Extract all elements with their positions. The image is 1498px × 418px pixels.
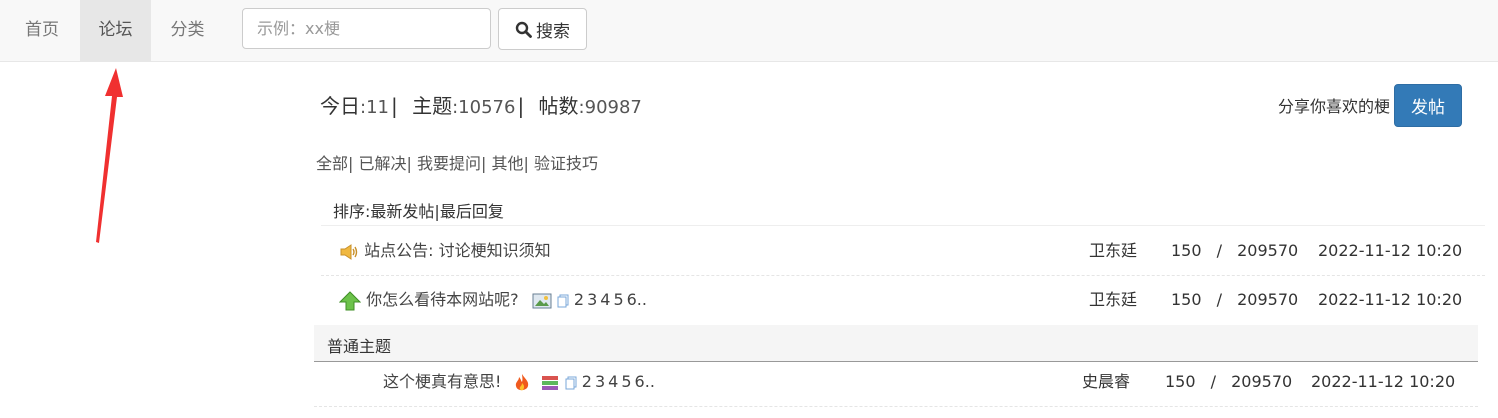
thread-time: 2022-11-12 10:20	[1318, 241, 1463, 260]
search-button-label: 搜索	[536, 21, 570, 42]
stat-posts-value: 90987	[584, 97, 642, 118]
thread-author[interactable]: 史晨睿	[1082, 358, 1130, 406]
search-icon	[515, 21, 532, 38]
nav-forum[interactable]: 论坛	[80, 0, 151, 61]
stat-today-label: 今日	[320, 94, 360, 118]
reply-count: 150	[1171, 290, 1202, 309]
thread-title-link[interactable]: 你怎么看待本网站呢?	[366, 290, 519, 309]
page-link[interactable]: 4	[608, 372, 618, 391]
thread-title-link[interactable]: 这个梗真有意思!	[383, 372, 501, 391]
sort-bar: 排序:最新发帖|最后回复	[333, 202, 504, 221]
reply-count: 150	[1171, 241, 1202, 260]
thread-time: 2022-11-12 10:20	[1311, 372, 1456, 391]
filter-other[interactable]: 其他	[492, 154, 524, 173]
reply-count: 150	[1165, 372, 1196, 391]
filter-tips[interactable]: 验证技巧	[534, 154, 598, 173]
page-link[interactable]: 6..	[627, 290, 647, 309]
books-icon	[541, 375, 558, 390]
nav-home[interactable]: 首页	[4, 0, 80, 61]
count-separator: /	[1216, 290, 1223, 309]
page-link[interactable]: 5	[613, 290, 623, 309]
forum-stats: 今日:11 | 主题:10576 | 帖数:90987	[320, 94, 642, 118]
stat-topics-value: 10576	[458, 97, 516, 118]
page-link[interactable]: 3	[587, 290, 597, 309]
top-navbar: 首页 论坛 分类 搜索	[0, 0, 1498, 62]
search-input[interactable]	[242, 8, 491, 49]
thread-title[interactable]: 你怎么看待本网站呢? 2 3 4 5 6..	[339, 276, 650, 324]
sort-last-reply[interactable]: 最后回复	[440, 202, 504, 221]
new-post-button[interactable]: 发帖	[1394, 84, 1462, 127]
page-links: 2 3 4 5 6..	[574, 290, 650, 309]
nav-category[interactable]: 分类	[151, 0, 224, 61]
thread-counts: 150 / 209570	[1171, 276, 1298, 324]
divider	[314, 406, 1478, 407]
view-count: 209570	[1231, 372, 1293, 391]
sort-label: 排序:	[333, 202, 371, 221]
thread-counts: 150 / 209570	[1171, 227, 1298, 275]
thread-title[interactable]: 这个梗真有意思! 2 3 4 5 6..	[383, 358, 658, 406]
page-links: 2 3 4 5 6..	[582, 372, 658, 391]
stat-today-value: 11	[366, 97, 389, 118]
view-count: 209570	[1237, 290, 1299, 309]
thread-title[interactable]: 站点公告: 讨论梗知识须知	[339, 227, 551, 275]
page-link[interactable]: 3	[595, 372, 605, 391]
page-link[interactable]: 2	[582, 372, 592, 391]
count-separator: /	[1216, 241, 1223, 260]
thread-time: 2022-11-12 10:20	[1318, 290, 1463, 309]
page-link[interactable]: 2	[574, 290, 584, 309]
page-link[interactable]: 6..	[635, 372, 655, 391]
sort-newest[interactable]: 最新发帖	[370, 202, 434, 221]
filter-solved[interactable]: 已解决	[359, 154, 407, 173]
page-link[interactable]: 4	[600, 290, 610, 309]
thread-counts: 150 / 209570	[1165, 358, 1292, 406]
view-count: 209570	[1237, 241, 1299, 260]
filter-ask[interactable]: 我要提问	[417, 154, 481, 173]
image-icon	[532, 293, 552, 308]
share-text: 分享你喜欢的梗	[1277, 97, 1390, 116]
thread-title-link[interactable]: 站点公告: 讨论梗知识须知	[364, 241, 550, 260]
filter-all[interactable]: 全部	[316, 154, 348, 173]
up-arrow-icon	[339, 290, 361, 310]
search-button[interactable]: 搜索	[498, 8, 587, 50]
pinned-row: 站点公告: 讨论梗知识须知 卫东廷 150 / 209570 2022-11-1…	[321, 227, 1485, 275]
fire-icon	[515, 373, 528, 390]
thread-author[interactable]: 卫东廷	[1089, 227, 1137, 275]
thread-row: 这个梗真有意思! 2 3 4 5 6.. 史晨睿 150 / 209570 2022-1…	[314, 358, 1478, 406]
count-separator: /	[1210, 372, 1217, 391]
stat-topics-label: 主题	[412, 94, 453, 118]
stat-posts-label: 帖数	[538, 94, 579, 118]
multipage-icon	[565, 376, 577, 389]
divider	[321, 225, 1485, 226]
category-filters: 全部| 已解决| 我要提问| 其他| 验证技巧	[316, 154, 599, 173]
section-header: 普通主题	[314, 325, 1478, 362]
pinned-row: 你怎么看待本网站呢? 2 3 4 5 6.. 卫东廷 150 / 209570 2022…	[321, 276, 1485, 324]
megaphone-icon	[340, 243, 358, 260]
thread-author[interactable]: 卫东廷	[1089, 276, 1137, 324]
page-link[interactable]: 5	[621, 372, 631, 391]
multipage-icon	[557, 294, 569, 307]
